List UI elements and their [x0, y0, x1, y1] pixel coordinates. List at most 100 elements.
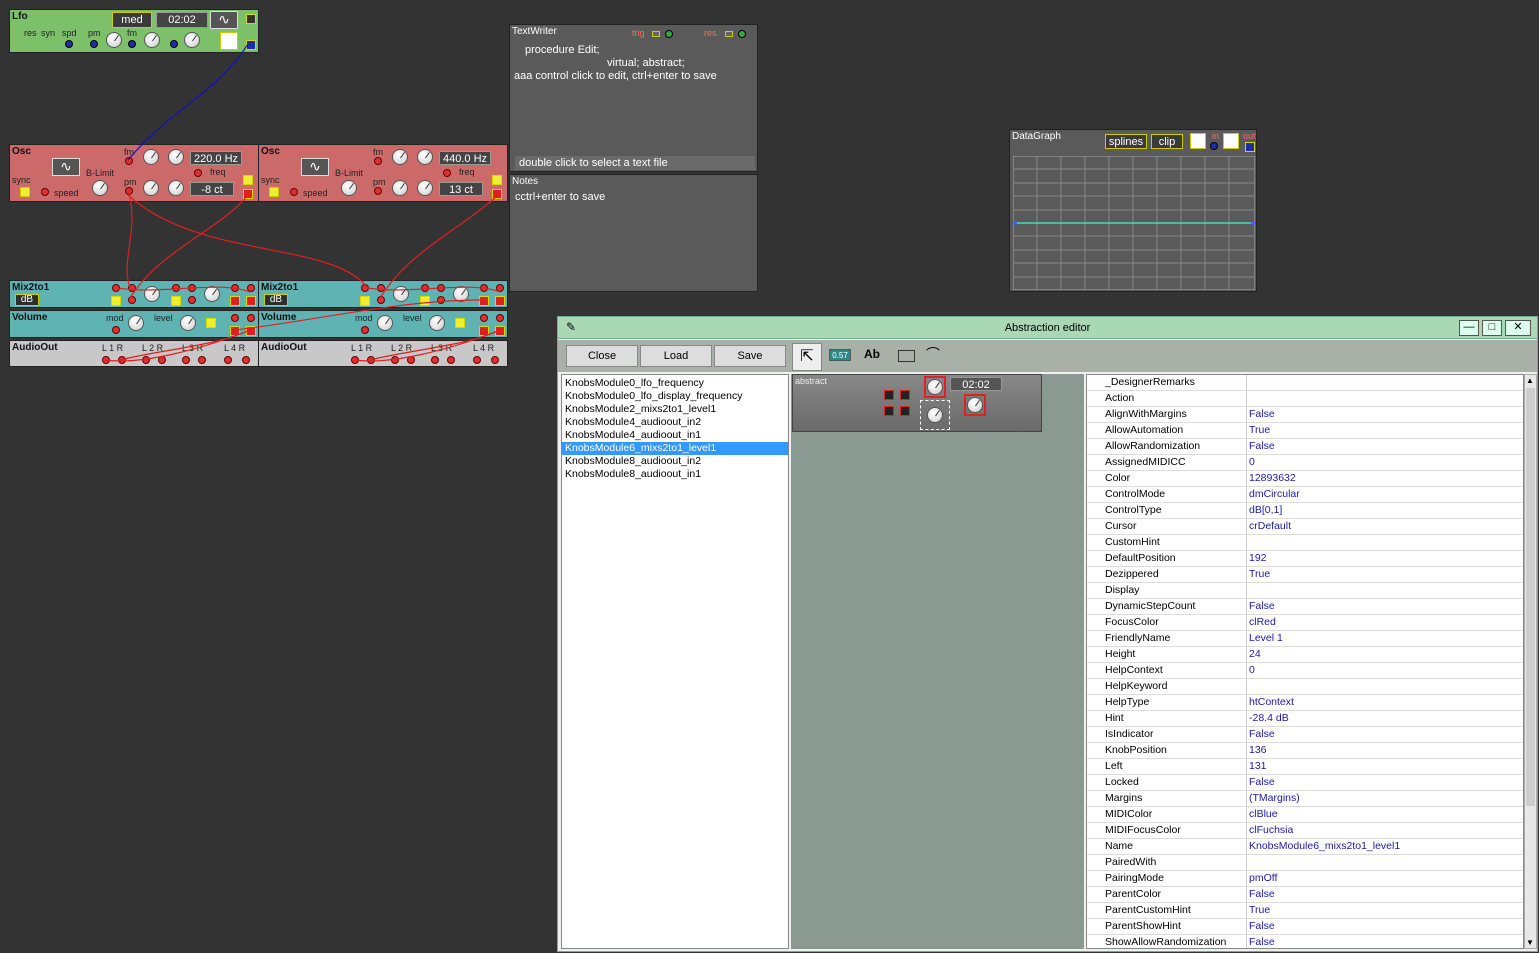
mix-jack[interactable]	[479, 296, 489, 306]
property-row[interactable]: ParentShowHint False	[1087, 919, 1523, 935]
audioout-jack[interactable]	[142, 356, 150, 364]
abstraction-editor-window[interactable]: ✎ Abstraction editor — □ ✕ Close Load Sa…	[557, 316, 1538, 952]
osc-freq-knob[interactable]	[168, 149, 184, 165]
property-value[interactable]	[1247, 391, 1523, 406]
property-value[interactable]: False	[1247, 599, 1523, 614]
lfo-mode-button[interactable]: med	[112, 12, 152, 28]
property-row[interactable]: DefaultPosition 192	[1087, 551, 1523, 567]
mix-unit-button[interactable]: dB	[15, 294, 39, 306]
mix-level1-knob[interactable]	[393, 286, 409, 302]
property-row[interactable]: AllowRandomization False	[1087, 439, 1523, 455]
property-row[interactable]: AllowAutomation True	[1087, 423, 1523, 439]
property-row[interactable]: Height 24	[1087, 647, 1523, 663]
audioout-jack[interactable]	[242, 356, 250, 364]
osc-out-jack[interactable]	[243, 189, 253, 199]
property-row[interactable]: ShowAllowRandomization False	[1087, 935, 1523, 948]
property-value[interactable]	[1247, 583, 1523, 598]
property-value[interactable]: False	[1247, 919, 1523, 934]
mix-out-jack[interactable]	[246, 296, 256, 306]
mix-jack[interactable]	[128, 284, 136, 292]
property-row[interactable]: Left 131	[1087, 759, 1523, 775]
preview-knob[interactable]	[927, 379, 943, 395]
mix-jack[interactable]	[377, 296, 385, 304]
property-value[interactable]: 12893632	[1247, 471, 1523, 486]
list-item[interactable]: KnobsModule0_lfo_frequency	[562, 377, 788, 390]
minimize-button[interactable]: —	[1459, 320, 1479, 336]
list-item[interactable]: KnobsModule8_audioout_in1	[562, 468, 788, 481]
lfo-knob[interactable]	[106, 32, 122, 48]
property-value[interactable]: False	[1247, 887, 1523, 902]
mix-jack[interactable]	[496, 284, 504, 292]
preview-jack[interactable]	[884, 406, 894, 416]
volume-out-jack[interactable]	[246, 326, 256, 336]
volume-jack[interactable]	[496, 314, 504, 322]
text-tool[interactable]: Ab	[864, 347, 880, 361]
property-value[interactable]: pmOff	[1247, 871, 1523, 886]
property-row[interactable]: AlignWithMargins False	[1087, 407, 1523, 423]
mix-jack[interactable]	[112, 284, 120, 292]
osc-pm-knob[interactable]	[392, 180, 408, 196]
osc-fine-knob[interactable]	[168, 180, 184, 196]
close-window-button[interactable]: ✕	[1505, 320, 1531, 336]
mix-level2-knob[interactable]	[204, 286, 220, 302]
volume-jack[interactable]	[479, 326, 489, 336]
mix-level1-knob[interactable]	[144, 286, 160, 302]
lfo-module[interactable]: Lfo med 02:02 ∿ res syn spd pm fm	[9, 9, 259, 53]
audioout-jack[interactable]	[391, 356, 399, 364]
osc-mute-button[interactable]	[492, 175, 502, 185]
preview-knob-frame[interactable]	[964, 394, 986, 416]
scroll-up-icon[interactable]: ▲	[1526, 376, 1534, 385]
editor-titlebar[interactable]: ✎ Abstraction editor — □ ✕	[558, 317, 1537, 339]
property-row[interactable]: HelpContext 0	[1087, 663, 1523, 679]
lfo-knob[interactable]	[144, 32, 160, 48]
property-row[interactable]: HelpType htContext	[1087, 695, 1523, 711]
sine-wave-icon[interactable]: ∿	[52, 158, 80, 176]
close-button[interactable]: Close	[566, 345, 638, 367]
mix-jack[interactable]	[230, 296, 240, 306]
property-value[interactable]: 24	[1247, 647, 1523, 662]
property-value[interactable]: False	[1247, 439, 1523, 454]
lfo-jack[interactable]	[65, 40, 73, 48]
property-row[interactable]: Name KnobsModule6_mixs2to1_level1	[1087, 839, 1523, 855]
property-row[interactable]: Cursor crDefault	[1087, 519, 1523, 535]
property-row[interactable]: MIDIColor clBlue	[1087, 807, 1523, 823]
textwriter-trig-jack[interactable]	[652, 31, 660, 37]
property-row[interactable]: PairedWith	[1087, 855, 1523, 871]
osc-jack[interactable]	[443, 169, 451, 177]
property-row[interactable]: ControlMode dmCircular	[1087, 487, 1523, 503]
mix-out-jack[interactable]	[495, 296, 505, 306]
property-value[interactable]: (TMargins)	[1247, 791, 1523, 806]
audioout-jack[interactable]	[431, 356, 439, 364]
datagraph-plot[interactable]	[1013, 156, 1255, 290]
property-value[interactable]: True	[1247, 567, 1523, 582]
audioout-jack[interactable]	[447, 356, 455, 364]
volume-level-knob[interactable]	[429, 315, 445, 331]
osc-pm-jack[interactable]	[374, 187, 382, 195]
property-row[interactable]: FocusColor clRed	[1087, 615, 1523, 631]
audioout-jack[interactable]	[102, 356, 110, 364]
preview-knob[interactable]	[927, 407, 943, 423]
audioout-module-1[interactable]: AudioOut L 1 R L 2 R L 3 R L 4 R	[9, 340, 259, 367]
textwriter-res-jack[interactable]	[725, 31, 733, 37]
list-item-selected[interactable]: KnobsModule6_mixs2to1_level1	[562, 442, 788, 455]
audioout-jack[interactable]	[182, 356, 190, 364]
property-row[interactable]: Dezippered True	[1087, 567, 1523, 583]
property-value[interactable]	[1247, 535, 1523, 550]
property-value[interactable]: dmCircular	[1247, 487, 1523, 502]
property-value[interactable]: 136	[1247, 743, 1523, 758]
datagraph-in-jack[interactable]	[1210, 142, 1218, 150]
mix2to1-module-2[interactable]: Mix2to1 dB	[258, 280, 508, 308]
mix-mod-jack[interactable]	[360, 296, 370, 306]
property-row[interactable]: Action	[1087, 391, 1523, 407]
osc-freq-knob[interactable]	[417, 149, 433, 165]
property-row[interactable]: Display	[1087, 583, 1523, 599]
mix-mod-jack[interactable]	[171, 296, 181, 306]
mix-jack[interactable]	[421, 284, 429, 292]
osc-speed-knob[interactable]	[92, 180, 108, 196]
mix-level2-knob[interactable]	[453, 286, 469, 302]
datagraph-shape2-button[interactable]	[1223, 133, 1239, 149]
list-item[interactable]: KnobsModule4_audioout_in2	[562, 416, 788, 429]
property-row[interactable]: FriendlyName Level 1	[1087, 631, 1523, 647]
volume-out-jack[interactable]	[495, 326, 505, 336]
mix-jack[interactable]	[172, 284, 180, 292]
